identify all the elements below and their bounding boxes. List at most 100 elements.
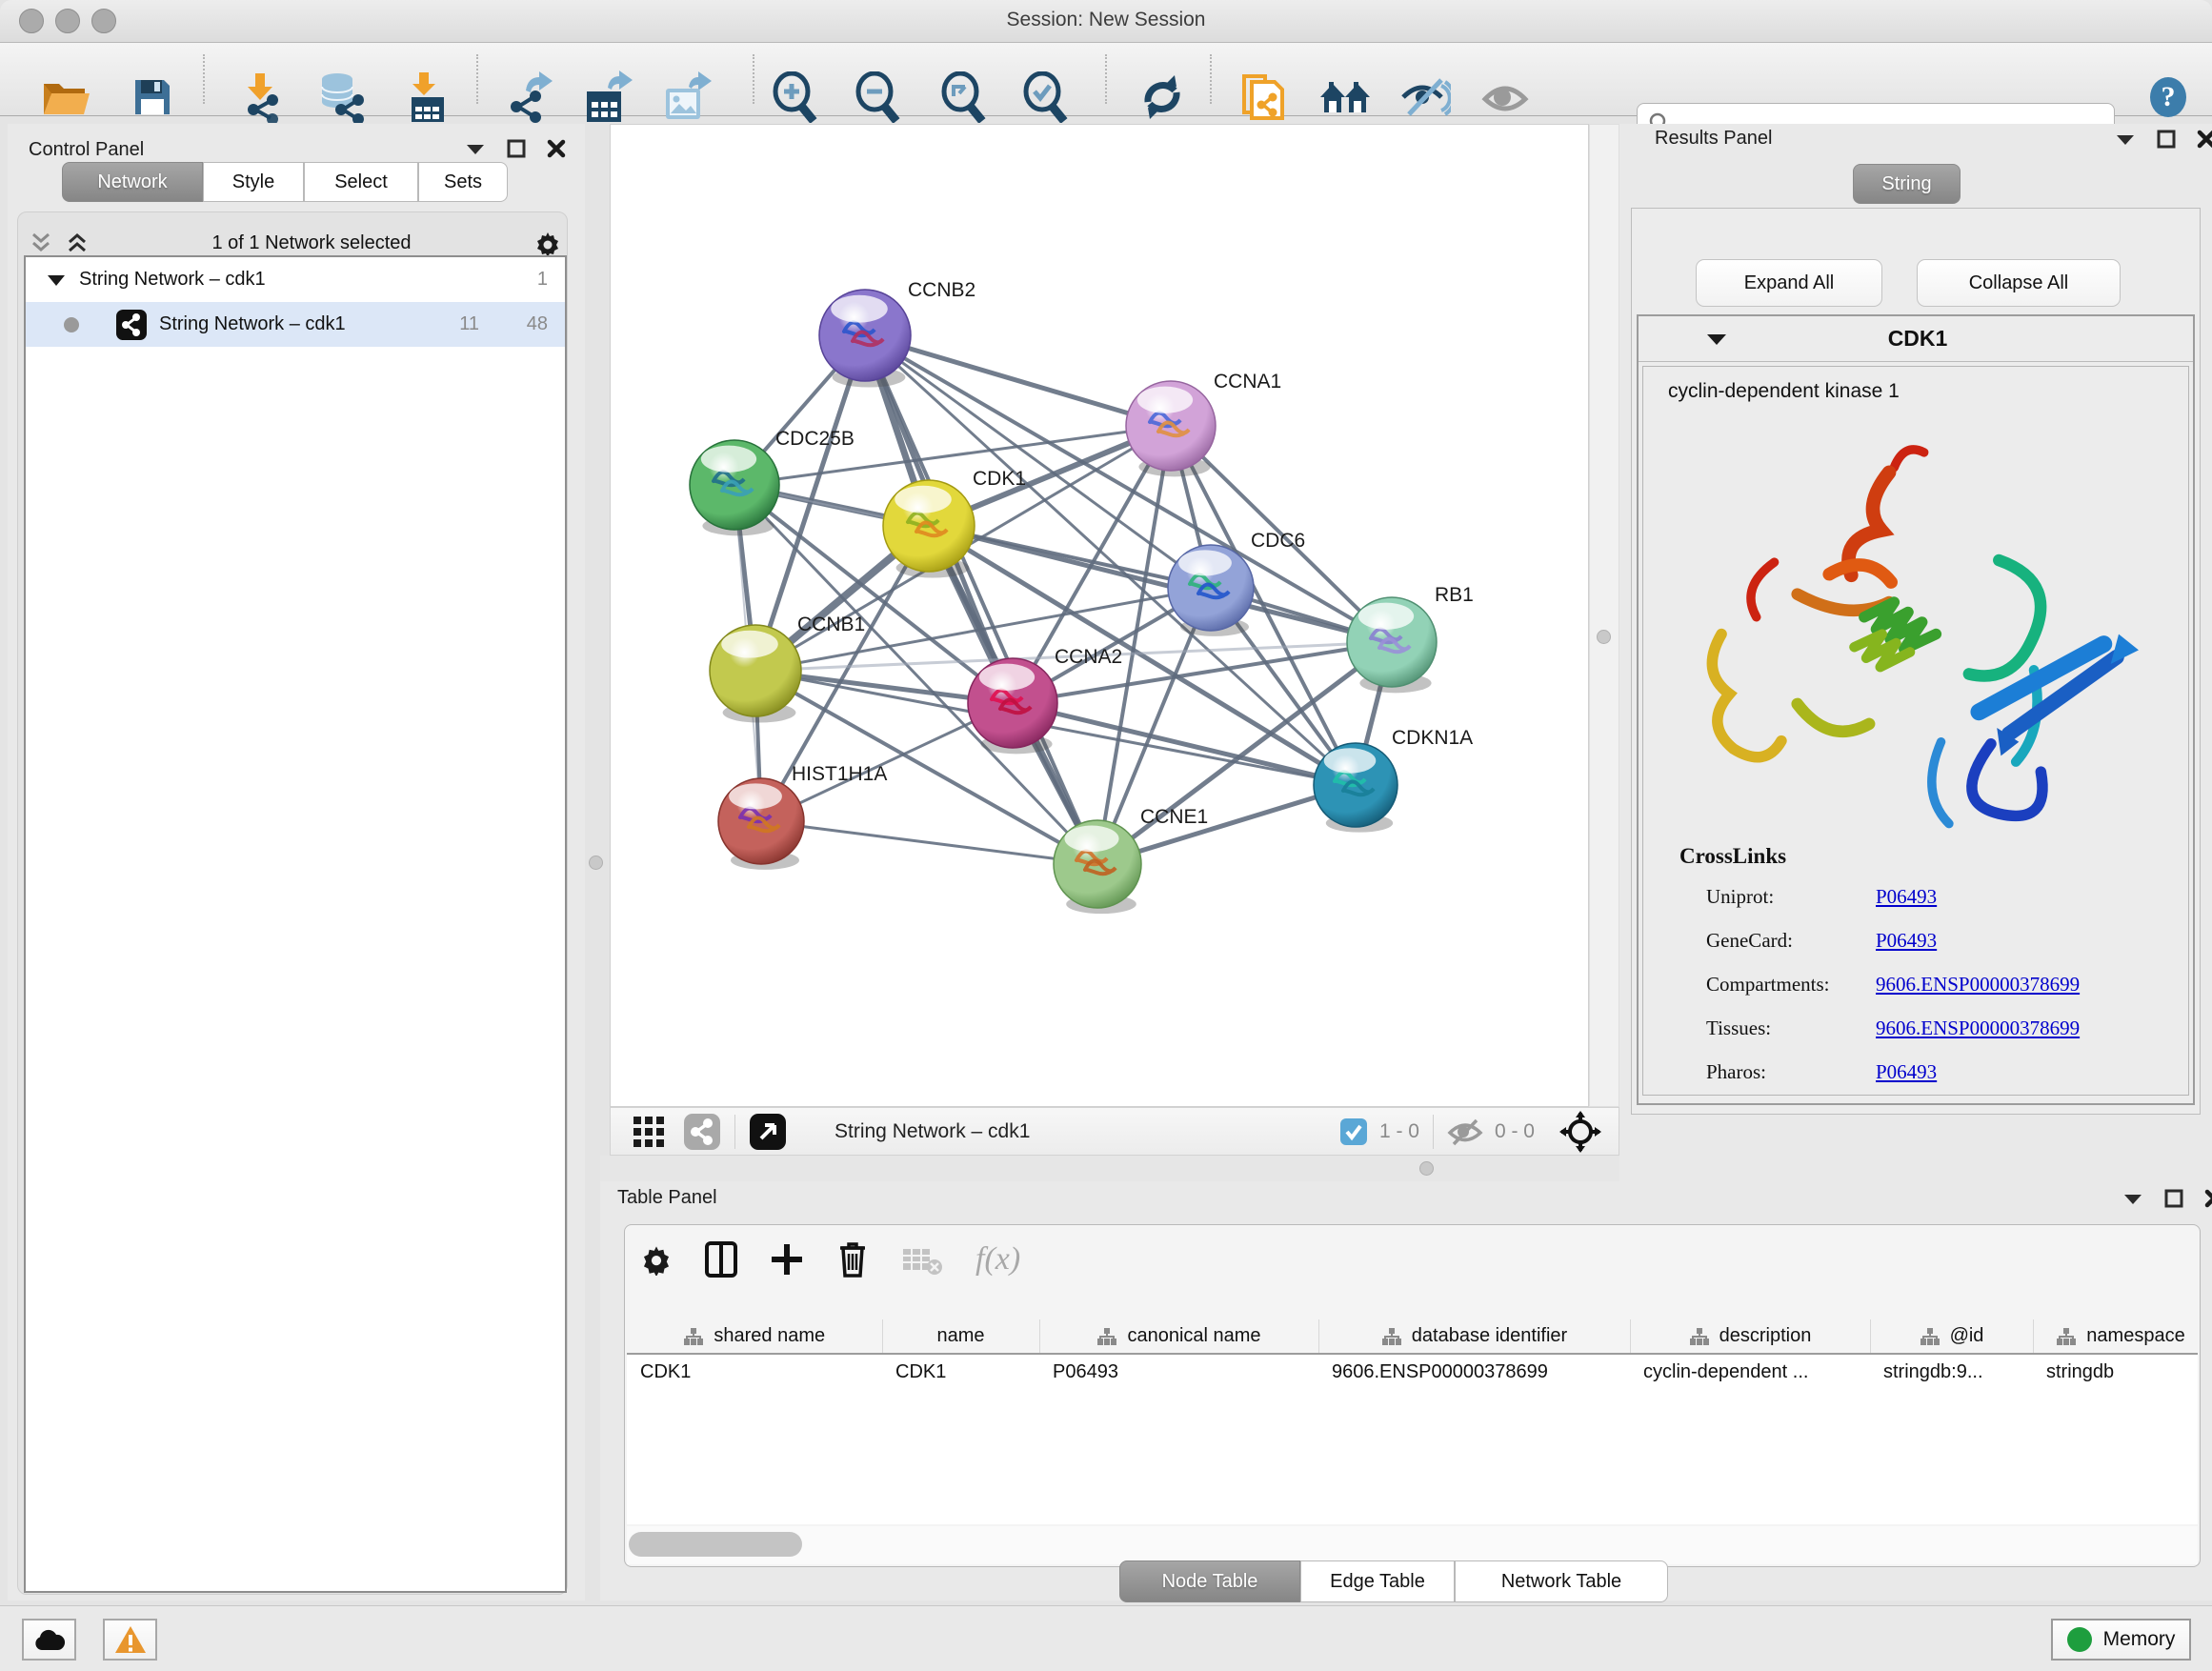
expand-all-networks-icon[interactable] (65, 231, 90, 255)
refresh-icon[interactable] (1134, 70, 1191, 125)
crosslink-value-link[interactable]: 9606.ENSP00000378699 (1876, 973, 2080, 997)
open-folder-icon[interactable] (38, 70, 95, 125)
column-header-shared-name[interactable]: shared name (627, 1319, 882, 1354)
splitter-handle[interactable] (1419, 1161, 1434, 1176)
expand-all-button[interactable]: Expand All (1696, 259, 1882, 307)
crosslink-value-link[interactable]: P06493 (1876, 929, 1937, 953)
zoom-selected-icon[interactable] (1017, 70, 1075, 125)
float-panel-icon[interactable] (507, 139, 526, 158)
zoom-out-icon[interactable] (850, 70, 907, 125)
section-collapse-icon[interactable] (1705, 332, 1728, 347)
panel-menu-icon[interactable] (2115, 132, 2136, 146)
panel-menu-icon[interactable] (2122, 1192, 2143, 1205)
table-cell[interactable]: cyclin-dependent ... (1630, 1354, 1870, 1389)
table-cell[interactable]: stringdb (2033, 1354, 2198, 1389)
warning-button[interactable] (103, 1619, 157, 1661)
float-panel-icon[interactable] (2157, 130, 2176, 149)
table-cell[interactable]: 9606.ENSP00000378699 (1318, 1354, 1630, 1389)
network-collection-row[interactable]: String Network – cdk1 1 (26, 257, 565, 302)
network-results-splitter[interactable] (1589, 124, 1619, 1107)
close-panel-icon[interactable] (2204, 1189, 2212, 1208)
crosslink-value-link[interactable]: P06493 (1876, 885, 1937, 909)
collapse-all-button[interactable]: Collapse All (1917, 259, 2121, 307)
export-table-icon[interactable] (579, 70, 636, 125)
zoom-fit-icon[interactable] (935, 70, 993, 125)
help-icon[interactable]: ? (2140, 70, 2197, 125)
tab-select[interactable]: Select (304, 162, 418, 202)
column-header--id[interactable]: @id (1870, 1319, 2033, 1354)
export-image-icon[interactable] (659, 70, 716, 125)
vertical-splitter-handle[interactable] (589, 856, 603, 870)
table-row[interactable]: CDK1CDK1P064939606.ENSP00000378699cyclin… (627, 1354, 2198, 1389)
network-label: String Network – cdk1 (159, 313, 346, 335)
cloud-button[interactable] (22, 1619, 76, 1661)
splitter-handle[interactable] (1597, 630, 1611, 644)
gray-eye-icon[interactable] (1477, 70, 1534, 125)
panel-menu-icon[interactable] (465, 142, 486, 155)
network-row[interactable]: String Network – cdk1 11 48 (26, 302, 565, 347)
table-cell[interactable]: stringdb:9... (1870, 1354, 2033, 1389)
node-label-CCNA2: CCNA2 (1055, 646, 1122, 668)
network-edge-CCNB2-CCNA1[interactable] (865, 335, 1171, 426)
birdseye-view-icon[interactable] (749, 1113, 787, 1151)
column-header-name[interactable]: name (882, 1319, 1039, 1354)
delete-column-icon[interactable] (836, 1240, 869, 1278)
fit-selected-crosshair-icon[interactable] (1559, 1111, 1601, 1153)
network-edge-HIST1H1A-CCNE1[interactable] (761, 821, 1097, 864)
string-apps-icon[interactable] (683, 1113, 721, 1151)
tree-expand-icon[interactable] (47, 273, 66, 287)
tab-network-table[interactable]: Network Table (1455, 1560, 1668, 1602)
document-share-icon[interactable] (1234, 70, 1291, 125)
columns-icon[interactable] (705, 1241, 737, 1278)
table-cell[interactable]: P06493 (1039, 1354, 1318, 1389)
zoom-in-icon[interactable] (767, 70, 824, 125)
network-options-gear-icon[interactable] (533, 229, 562, 257)
crosslink-row: Tissues:9606.ENSP00000378699 (1706, 1006, 2188, 1050)
network-edge-CCNB2-CCNE1[interactable] (865, 335, 1097, 864)
crosslink-value-link[interactable]: 9606.ENSP00000378699 (1876, 1017, 2080, 1040)
table-cell[interactable]: CDK1 (882, 1354, 1039, 1389)
float-panel-icon[interactable] (2164, 1189, 2183, 1208)
tab-network[interactable]: Network (62, 162, 203, 202)
close-panel-icon[interactable] (2197, 130, 2212, 149)
memory-button[interactable]: Memory (2051, 1619, 2191, 1661)
section-title: CDK1 (1728, 326, 2107, 352)
save-session-icon[interactable] (124, 70, 181, 125)
delete-table-icon[interactable] (901, 1243, 943, 1276)
table-horizontal-scrollbar[interactable] (627, 1526, 2198, 1564)
column-header-namespace[interactable]: namespace (2033, 1319, 2198, 1354)
add-column-icon[interactable] (770, 1242, 804, 1277)
home-pair-icon[interactable] (1317, 70, 1374, 125)
export-network-icon[interactable] (499, 70, 556, 125)
collapse-all-networks-icon[interactable] (29, 231, 53, 255)
function-builder-icon[interactable]: f(x) (975, 1241, 1020, 1278)
node-gloss (979, 664, 1035, 691)
import-database-icon[interactable] (312, 70, 370, 125)
column-header-canonical-name[interactable]: canonical name (1039, 1319, 1318, 1354)
scrollbar-thumb[interactable] (629, 1532, 802, 1557)
column-header-database-identifier[interactable]: database identifier (1318, 1319, 1630, 1354)
network-edge-CDK1-RB1[interactable] (929, 526, 1392, 642)
table-panel-title: Table Panel (617, 1187, 717, 1209)
node-gloss (895, 486, 952, 513)
grid-icon[interactable] (632, 1115, 666, 1149)
cdk1-section-header[interactable]: CDK1 (1639, 316, 2193, 362)
tab-node-table[interactable]: Node Table (1119, 1560, 1300, 1602)
crosslink-value-link[interactable]: P06493 (1876, 1060, 1937, 1084)
network-canvas[interactable]: CCNB2CCNA1CDC25BCDK1CDC6RB1CCNB1CCNA2CDK… (610, 124, 1589, 1107)
show-hide-blue-eye-icon[interactable] (1397, 70, 1454, 125)
crosslinks-heading: CrossLinks (1643, 844, 2188, 869)
tab-edge-table[interactable]: Edge Table (1300, 1560, 1455, 1602)
tab-sets[interactable]: Sets (418, 162, 508, 202)
import-table-icon[interactable] (398, 70, 455, 125)
edge-count: 48 (527, 313, 548, 335)
close-panel-icon[interactable] (547, 139, 566, 158)
gear-icon[interactable] (640, 1243, 673, 1276)
import-network-icon[interactable] (231, 70, 289, 125)
column-header-description[interactable]: description (1630, 1319, 1870, 1354)
table-cell[interactable]: CDK1 (627, 1354, 882, 1389)
warning-icon (114, 1625, 147, 1654)
control-panel-tabs: Network Style Select Sets (62, 162, 508, 202)
tab-string-results[interactable]: String (1853, 164, 1961, 204)
tab-style[interactable]: Style (203, 162, 304, 202)
